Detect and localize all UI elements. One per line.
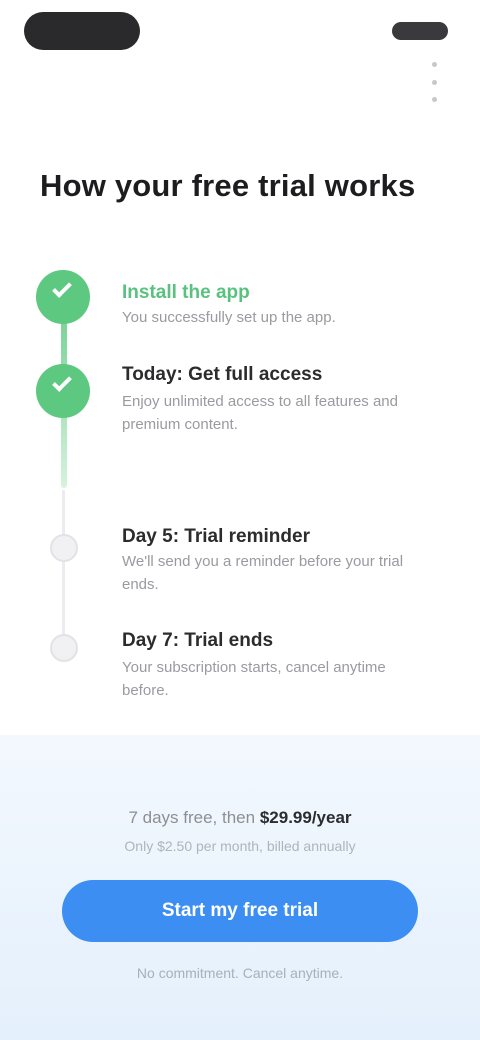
step-description: You successfully set up the app.: [122, 309, 336, 326]
status-bar: [0, 0, 480, 60]
paywall-screen: How your free trial works Install the ap…: [0, 0, 480, 1040]
step-title: Day 5: Trial reminder: [122, 526, 310, 547]
page-title: How your free trial works: [40, 168, 416, 203]
timeline-rail-upcoming: [62, 490, 65, 650]
footer-note: No commitment. Cancel anytime.: [136, 965, 344, 981]
step-description: Your subscription starts, cancel anytime…: [122, 659, 386, 699]
step-complete-dot: [36, 270, 90, 324]
step-pending-dot: [50, 534, 78, 562]
pricing-subtext: Only $2.50 per month, billed annually: [124, 838, 356, 854]
step-title: Today: Get full access: [122, 364, 323, 385]
step-description: Enjoy unlimited access to all features a…: [122, 393, 398, 433]
step-title: Install the app: [122, 282, 250, 303]
step-description: We'll send you a reminder before your tr…: [122, 553, 404, 593]
dynamic-island: [24, 12, 140, 50]
pricing-prefix: 7 days free, then: [128, 808, 260, 827]
start-trial-button[interactable]: Start my free trial: [62, 880, 418, 942]
checkmark-icon: [52, 372, 72, 392]
pricing-price: $29.99/year: [259, 808, 352, 827]
pricing-text: 7 days free, then $29.99/year: [0, 808, 480, 828]
battery-icon: [392, 22, 448, 40]
step-complete-dot: [36, 364, 90, 418]
more-dot-icon: [431, 97, 437, 102]
more-dot-icon: [431, 62, 437, 67]
checkmark-icon: [52, 278, 72, 298]
more-dot-icon: [431, 79, 437, 85]
step-pending-dot: [50, 634, 78, 662]
more-options-button[interactable]: [424, 62, 444, 102]
step-title: Day 7: Trial ends: [122, 630, 274, 651]
